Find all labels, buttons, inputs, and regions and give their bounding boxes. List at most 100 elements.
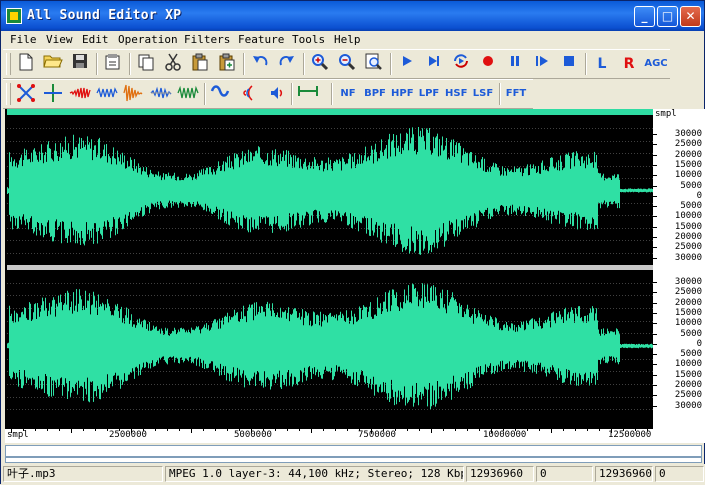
- toolbar-main: L R AGC: [3, 49, 670, 79]
- pause-icon[interactable]: [504, 53, 526, 75]
- trim-icon[interactable]: [42, 83, 64, 105]
- new-file-icon[interactable]: [15, 53, 37, 75]
- scale-tick-label: 20000: [674, 297, 702, 308]
- time-ruler-tick: [515, 429, 516, 431]
- paste-mix-icon[interactable]: [216, 53, 238, 75]
- time-ruler-tick: [407, 429, 408, 431]
- time-ruler-tick: [335, 429, 336, 431]
- time-ruler-tick: [215, 429, 216, 431]
- time-ruler-tick: [491, 429, 492, 433]
- time-ruler-tick: [479, 429, 480, 431]
- chorus-icon[interactable]: [210, 83, 232, 105]
- scale-tick-label: 5000: [680, 180, 702, 191]
- minimize-button[interactable]: _: [634, 6, 655, 27]
- time-ruler-tick: [359, 429, 360, 431]
- time-ruler-tick-label: 2500000: [109, 430, 147, 440]
- cut-scissors-icon[interactable]: [162, 53, 184, 75]
- lowshelf-filter-button[interactable]: LSF: [472, 83, 494, 105]
- record-icon[interactable]: [477, 53, 499, 75]
- menu-view[interactable]: View: [46, 33, 73, 46]
- scale-tick: [653, 206, 657, 208]
- time-ruler-tick: [443, 429, 444, 431]
- scale-unit-label: smpl: [655, 109, 677, 119]
- zoom-out-icon[interactable]: [336, 53, 358, 75]
- agc-button[interactable]: AGC: [643, 53, 669, 75]
- menu-tools[interactable]: Tools: [292, 33, 325, 46]
- toolbar-grip[interactable]: [6, 53, 11, 75]
- status-length: 12936960: [466, 466, 534, 482]
- scale-tick-label: 5000: [680, 349, 702, 360]
- scale-tick: [653, 323, 657, 325]
- menu-file[interactable]: File: [10, 33, 37, 46]
- scale-tick-label: 0: [696, 190, 702, 201]
- echo-icon[interactable]: [237, 83, 259, 105]
- highpass-filter-button[interactable]: HPF: [391, 83, 414, 105]
- right-channel-button[interactable]: R: [618, 53, 640, 75]
- left-channel-waveform[interactable]: [7, 116, 653, 265]
- silence-icon[interactable]: [297, 83, 319, 105]
- time-ruler-tick: [299, 429, 300, 431]
- scale-tick: [653, 395, 657, 397]
- stop-icon[interactable]: [558, 53, 580, 75]
- menu-filters[interactable]: Filters: [184, 33, 230, 46]
- play-icon[interactable]: [396, 53, 418, 75]
- fade-out-icon[interactable]: [123, 83, 145, 105]
- scale-tick-label: 25000: [674, 242, 702, 253]
- copy-icon[interactable]: [135, 53, 157, 75]
- save-disk-icon[interactable]: [69, 53, 91, 75]
- redo-icon[interactable]: [276, 53, 298, 75]
- open-folder-icon[interactable]: [42, 53, 64, 75]
- time-ruler: smpl 2500000 5000000 7500000 10000000 125000…: [5, 429, 653, 443]
- time-ruler-tick: [395, 429, 396, 431]
- scale-tick: [653, 354, 657, 356]
- normalize-icon[interactable]: [15, 83, 37, 105]
- fft-button[interactable]: FFT: [505, 83, 527, 105]
- menu-operation[interactable]: Operation: [118, 33, 178, 46]
- close-button[interactable]: ✕: [680, 6, 701, 27]
- play-selection-icon[interactable]: [531, 53, 553, 75]
- scale-tick-label: 20000: [674, 149, 702, 160]
- highshelf-filter-button[interactable]: HSF: [445, 83, 467, 105]
- properties-icon[interactable]: [102, 53, 124, 75]
- status-bar: 叶子.mp3 MPEG 1.0 layer-3: 44,100 kHz; Ste…: [1, 464, 705, 485]
- left-channel-button[interactable]: L: [591, 53, 613, 75]
- toolbar-separator: [291, 83, 293, 105]
- menu-feature[interactable]: Feature: [238, 33, 284, 46]
- title-bar[interactable]: All Sound Editor XP _ □ ✕: [1, 1, 704, 31]
- time-ruler-tick: [599, 429, 600, 431]
- ruler-corner: [653, 429, 705, 443]
- right-waveform-svg[interactable]: [7, 270, 653, 422]
- right-channel-waveform[interactable]: [7, 270, 653, 422]
- lowpass-filter-button[interactable]: LPF: [418, 83, 440, 105]
- menu-help[interactable]: Help: [334, 33, 361, 46]
- undo-icon[interactable]: [249, 53, 271, 75]
- toolbar-grip[interactable]: [6, 83, 11, 105]
- app-icon[interactable]: [6, 8, 22, 24]
- scale-tick-label: 25000: [674, 139, 702, 150]
- zoom-in-icon[interactable]: [309, 53, 331, 75]
- paste-icon[interactable]: [189, 53, 211, 75]
- menu-bar: File View Edit Operation Filters Feature…: [1, 31, 704, 49]
- play-to-end-icon[interactable]: [423, 53, 445, 75]
- fade-in-icon[interactable]: [69, 83, 91, 105]
- time-ruler-tick: [203, 429, 204, 431]
- loop-icon[interactable]: [450, 53, 472, 75]
- reverse-icon[interactable]: [150, 83, 172, 105]
- horizontal-scrollbar[interactable]: [5, 445, 702, 457]
- left-waveform-svg[interactable]: [7, 116, 653, 265]
- zoom-fit-icon[interactable]: [363, 53, 385, 75]
- time-ruler-tick: [635, 429, 636, 431]
- overview-bar[interactable]: [5, 457, 702, 463]
- time-ruler-tick: [383, 429, 384, 431]
- menu-edit[interactable]: Edit: [82, 33, 109, 46]
- selection-bar[interactable]: [7, 109, 653, 115]
- toolbar-separator: [129, 53, 131, 75]
- reverb-icon[interactable]: [264, 83, 286, 105]
- time-ruler-tick: [455, 429, 456, 431]
- bandpass-filter-button[interactable]: BPF: [364, 83, 386, 105]
- amplify-icon[interactable]: [96, 83, 118, 105]
- maximize-button[interactable]: □: [657, 6, 678, 27]
- invert-icon[interactable]: [177, 83, 199, 105]
- notch-filter-button[interactable]: NF: [337, 83, 359, 105]
- scale-tick-label: 15000: [674, 307, 702, 318]
